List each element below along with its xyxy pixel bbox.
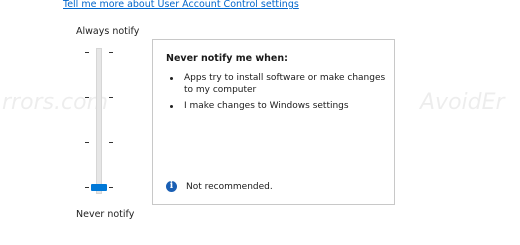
slider-track[interactable] bbox=[96, 48, 102, 194]
recommendation-note: i Not recommended. bbox=[166, 180, 273, 193]
description-title: Never notify me when: bbox=[166, 53, 288, 64]
note-text: Not recommended. bbox=[186, 181, 273, 192]
slider-tick bbox=[109, 142, 113, 143]
uac-help-link[interactable]: Tell me more about User Account Control … bbox=[63, 0, 299, 10]
slider-tick bbox=[85, 52, 89, 53]
slider-tick bbox=[109, 52, 113, 53]
slider-tick bbox=[85, 187, 89, 188]
list-item-text: Apps try to install software or make cha… bbox=[184, 73, 386, 95]
slider-tick bbox=[109, 187, 113, 188]
slider-bottom-label: Never notify bbox=[76, 209, 135, 220]
info-icon: i bbox=[166, 181, 177, 192]
bullet-icon bbox=[170, 77, 173, 80]
list-item: Apps try to install software or make cha… bbox=[166, 72, 386, 96]
list-item: I make changes to Windows settings bbox=[166, 100, 386, 112]
slider-tick bbox=[85, 97, 89, 98]
description-list: Apps try to install software or make cha… bbox=[166, 72, 386, 116]
bullet-icon bbox=[170, 105, 173, 108]
list-item-text: I make changes to Windows settings bbox=[184, 101, 349, 111]
watermark-text: AvoidEr bbox=[420, 90, 505, 115]
slider-top-label: Always notify bbox=[76, 26, 140, 37]
slider-tick bbox=[85, 142, 89, 143]
uac-level-slider[interactable] bbox=[84, 46, 114, 196]
level-description-panel: Never notify me when: Apps try to instal… bbox=[152, 39, 395, 205]
slider-thumb[interactable] bbox=[91, 184, 107, 191]
slider-tick bbox=[109, 97, 113, 98]
